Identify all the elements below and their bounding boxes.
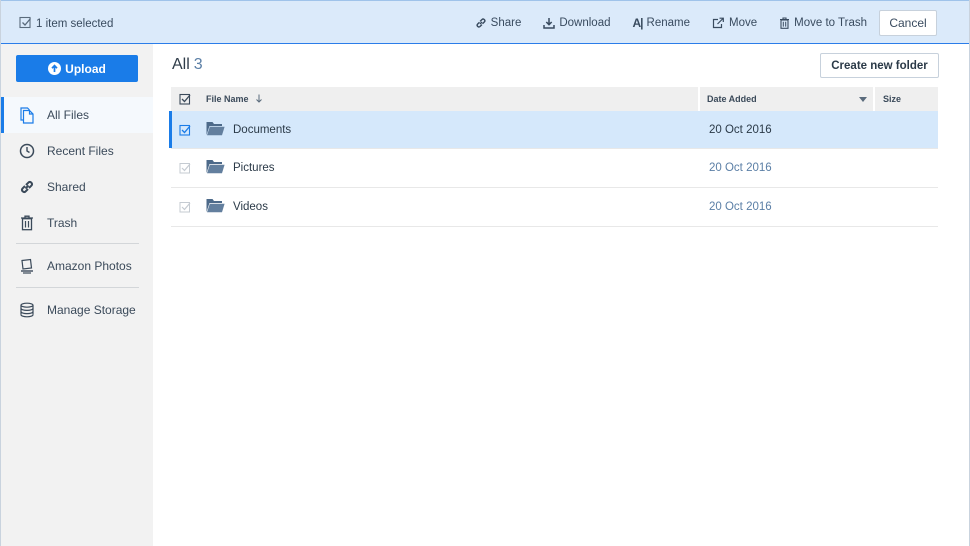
move-to-trash-label: Move to Trash <box>794 17 867 29</box>
selection-actions: Share Download A| Rename Move Move to Tr… <box>453 10 937 36</box>
item-count: 3 <box>193 56 203 73</box>
folder-name: Videos <box>233 201 268 213</box>
file-table: File Name Date Added Size Documents 20 O… <box>169 87 938 227</box>
create-new-folder-button[interactable]: Create new folder <box>820 53 939 78</box>
storage-icon <box>18 301 36 319</box>
sidebar-item-label: All Files <box>47 108 90 122</box>
column-date-added[interactable]: Date Added <box>700 87 875 111</box>
page-title-text: All <box>172 56 190 73</box>
cancel-button[interactable]: Cancel <box>879 10 937 36</box>
column-size-label: Size <box>883 94 902 104</box>
folder-name: Documents <box>233 123 292 136</box>
row-checkbox[interactable] <box>171 124 199 136</box>
page-title: All 3 <box>172 56 203 74</box>
folder-name: Pictures <box>233 162 275 174</box>
app-window: 1 item selected Share Download A| Rename <box>0 0 970 546</box>
move-label: Move <box>729 17 758 29</box>
folder-icon <box>206 159 225 177</box>
column-file-name[interactable]: File Name <box>199 87 700 111</box>
selection-count-label: 1 item selected <box>36 18 114 30</box>
select-all-checkbox[interactable] <box>171 87 199 111</box>
rename-icon: A| <box>632 16 644 30</box>
share-label: Share <box>490 17 522 29</box>
link-icon <box>18 178 36 196</box>
clock-icon <box>18 142 36 160</box>
trash-icon <box>18 214 36 232</box>
download-button[interactable]: Download <box>543 17 611 29</box>
sidebar: Upload All Files Recent Files Shared Tra… <box>1 44 153 546</box>
folder-icon <box>206 121 225 139</box>
sidebar-item-label: Recent Files <box>47 144 114 158</box>
download-icon <box>543 17 556 29</box>
column-size[interactable]: Size <box>875 87 938 111</box>
share-button[interactable]: Share <box>475 17 522 29</box>
table-row-pictures[interactable]: Pictures 20 Oct 2016 <box>171 149 938 188</box>
sidebar-item-label: Trash <box>47 216 78 230</box>
file-icon <box>18 106 36 124</box>
sidebar-item-recent-files[interactable]: Recent Files <box>1 133 153 169</box>
rename-button[interactable]: A| Rename <box>633 16 691 30</box>
folder-icon <box>206 198 225 216</box>
main-content: All 3 Create new folder File Name Date Ad… <box>153 44 969 546</box>
sidebar-item-manage-storage[interactable]: Manage Storage <box>1 290 153 329</box>
sidebar-item-all-files[interactable]: All Files <box>1 97 153 133</box>
photos-icon <box>18 257 36 275</box>
upload-arrow-icon <box>48 62 62 75</box>
rename-label: Rename <box>646 17 690 29</box>
sidebar-nav: All Files Recent Files Shared Trash Amaz… <box>1 97 153 329</box>
row-name-cell: Pictures <box>199 159 702 177</box>
sort-arrow-down-icon <box>255 94 263 105</box>
table-row-documents[interactable]: Documents 20 Oct 2016 <box>169 111 938 149</box>
trash-icon <box>779 17 790 29</box>
row-date-cell: 20 Oct 2016 <box>709 201 772 213</box>
move-to-trash-button[interactable]: Move to Trash <box>779 17 867 29</box>
table-header: File Name Date Added Size <box>171 87 938 111</box>
sidebar-item-label: Shared <box>47 180 86 194</box>
move-button[interactable]: Move <box>712 17 757 29</box>
move-icon <box>712 17 725 29</box>
sidebar-item-label: Manage Storage <box>47 302 136 317</box>
upload-label: Upload <box>65 61 106 76</box>
row-date-cell: 20 Oct 2016 <box>709 162 772 174</box>
sidebar-item-amazon-photos[interactable]: Amazon Photos <box>1 246 153 285</box>
caret-down-icon <box>859 94 867 104</box>
upload-button[interactable]: Upload <box>16 55 138 82</box>
row-checkbox[interactable] <box>171 201 199 213</box>
column-file-name-label: File Name <box>206 94 249 104</box>
link-icon <box>475 17 487 29</box>
row-date-cell: 20 Oct 2016 <box>709 123 772 136</box>
selection-count: 1 item selected <box>19 16 113 32</box>
sidebar-divider <box>16 243 139 244</box>
row-name-cell: Videos <box>199 198 702 216</box>
column-date-added-label: Date Added <box>707 94 757 104</box>
download-label: Download <box>559 17 611 29</box>
checkbox-icon <box>19 16 32 32</box>
row-checkbox[interactable] <box>171 162 199 174</box>
sidebar-item-shared[interactable]: Shared <box>1 169 153 205</box>
sidebar-item-label: Amazon Photos <box>47 258 132 273</box>
row-name-cell: Documents <box>199 121 702 139</box>
table-row-videos[interactable]: Videos 20 Oct 2016 <box>171 188 938 227</box>
selection-toolbar: 1 item selected Share Download A| Rename <box>1 0 969 44</box>
sidebar-divider <box>16 287 139 288</box>
sidebar-item-trash[interactable]: Trash <box>1 205 153 241</box>
